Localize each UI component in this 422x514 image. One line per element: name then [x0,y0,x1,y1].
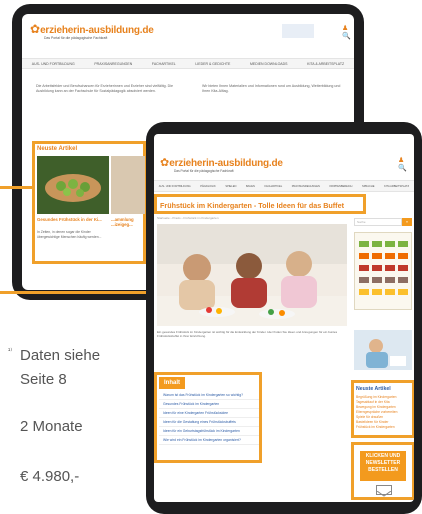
nav-item[interactable]: FACHARTIKEL [152,62,176,66]
front-site-logo[interactable]: ✿erzieherin-ausbildung.de [160,156,283,169]
nav-item[interactable]: PRAXISANREGUNGEN [292,185,320,188]
back-intro-right: Wir bieten Ihnen Materialien und Informa… [202,84,341,94]
sidebar-news-heading: Neuste Artikel [356,386,391,392]
toc-list: Warum ist das Frühstück im Kindergarten … [159,391,259,445]
nav-item[interactable]: AUS- UND FORTBILDUNG [159,185,191,188]
nav-item[interactable]: SPRACHE [362,185,375,188]
logo-text-prefix: erzieherin- [40,25,89,36]
envelope-icon [376,485,392,497]
sidebar-news-list: Begrüßung im Kindergarten Tagesablauf in… [356,395,414,430]
nutrition-poster-icon [355,233,411,309]
duration-value: 2 Monate [20,418,83,435]
toc-item[interactable]: Ideen für eine Kindergarten Frühstücksid… [159,409,259,418]
connector-line-bottom [0,291,160,294]
article-title: Frühstück im Kindergarten - Tolle Ideen … [160,201,344,210]
toc-item[interactable]: Ideen für ein Geburtstagsfrühstück im Ki… [159,427,259,436]
back-site-tagline: Das Portal für die pädagogische Fachkraf… [44,36,108,40]
search-placeholder: Suche [357,220,366,224]
back-main-nav: AUS- UND FORTBILDUNG PRAXISANREGUNGEN FA… [22,58,354,69]
search-button[interactable]: » [402,218,412,226]
article-photo [157,224,347,326]
front-main-nav: AUS- UND FORTBILDUNG PÄDAGOGIK SPIELEN B… [154,180,414,192]
front-tablet-screen: ✿erzieherin-ausbildung.de Das Portal für… [154,134,414,502]
nav-item[interactable]: KITA & ARBEITSPLATZ [307,62,344,66]
breadcrumb[interactable]: Startseite › Praxis › Frühstück im Kinde… [157,216,219,220]
toc-item[interactable]: Gesundes Frühstück im Kindergarten [159,400,259,409]
back-news-image[interactable] [37,156,109,214]
nav-item[interactable]: MEDIEN DOWNLOADS [250,62,288,66]
nav-item[interactable]: KRIPPENBEREICH [329,185,352,188]
price-value: € 4.980,- [20,468,80,485]
logo-text-suffix: ausbildung.de [217,158,283,169]
children-breakfast-photo-icon [157,224,347,326]
back-news-heading: Neuste Artikel [37,146,78,152]
front-header-icons[interactable]: ♟ 🔍 [398,156,414,172]
front-tablet-device: ✿erzieherin-ausbildung.de Das Portal für… [146,122,422,514]
back-intro-left: Die Arbeitsfelder und Berufschancen für … [36,84,174,94]
nav-item[interactable]: PRAXISANREGUNGEN [94,62,132,66]
toc-heading: Inhalt [159,377,185,389]
toc-item[interactable]: Warum ist das Frühstück im Kindergarten … [159,391,259,400]
data-reference-line1: Daten siehe [20,347,101,364]
back-header-icons[interactable]: ♟ 🔍 [342,24,354,40]
nav-item[interactable]: PÄDAGOGIK [200,185,216,188]
nav-item[interactable]: BAUEN [246,185,255,188]
nav-item[interactable]: AUS- UND FORTBILDUNG [32,62,75,66]
back-news-title[interactable]: Gesundes Frühstück in der Ki... [37,217,109,222]
nav-item[interactable]: KITA ARBEITSPLATZ [384,185,409,188]
connector-line-top [0,186,32,189]
back-news-text: In Zeiten, in denen sogar die Kinder übe… [37,230,102,239]
search-input[interactable]: Suche [354,218,402,226]
front-site-tagline: Das Portal für die pädagogische Fachkraf… [174,169,234,173]
logo-text-suffix: ausbildung.de [88,25,154,36]
nav-item[interactable]: SPIELEN [225,185,236,188]
food-photo-icon [37,156,109,214]
logo-text-prefix: erzieherin- [169,158,218,169]
sidebar-news-link[interactable]: Frühstück im Kindergarten [356,425,414,430]
sidebar-photo-ad[interactable] [354,330,412,370]
back-news-image-2[interactable] [111,156,145,214]
newsletter-highlight: KLICKEN UND NEWSLETTER BESTELLEN [351,442,414,500]
article-body-text: Ein gesundes Frühstück im Kindergarten i… [157,330,338,339]
sidebar-news-highlight: Neuste Artikel Begrüßung im Kindergarten… [351,380,414,438]
toc-highlight: Inhalt Warum ist das Frühstück im Kinder… [154,372,262,463]
newsletter-cta[interactable]: KLICKEN UND NEWSLETTER BESTELLEN [360,451,406,481]
nav-item[interactable]: FACHARTIKEL [264,185,282,188]
nav-item[interactable]: LIEDER & GEDICHTE [195,62,230,66]
toc-item[interactable]: Ideen für die Gestaltung eines Frühstück… [159,418,259,427]
article-title-highlight: Frühstück im Kindergarten - Tolle Ideen … [154,194,366,214]
back-site-logo[interactable]: ✿erzieherin-ausbildung.de [30,22,154,36]
footnote-marker: ¹⁾ [8,348,13,355]
child-photo-icon [354,330,412,370]
toc-item[interactable]: Wie wird ein Frühstück im Kindergarten o… [159,436,259,445]
data-reference-line2: Seite 8 [20,371,67,388]
back-header-banner [282,24,314,38]
back-news-title-2[interactable]: ...ammlung ...izeigeg... [111,217,145,227]
sidebar-poster-ad[interactable] [354,232,412,310]
back-news-highlight: Neuste Artikel Gesundes Frühstück in der… [32,141,146,264]
